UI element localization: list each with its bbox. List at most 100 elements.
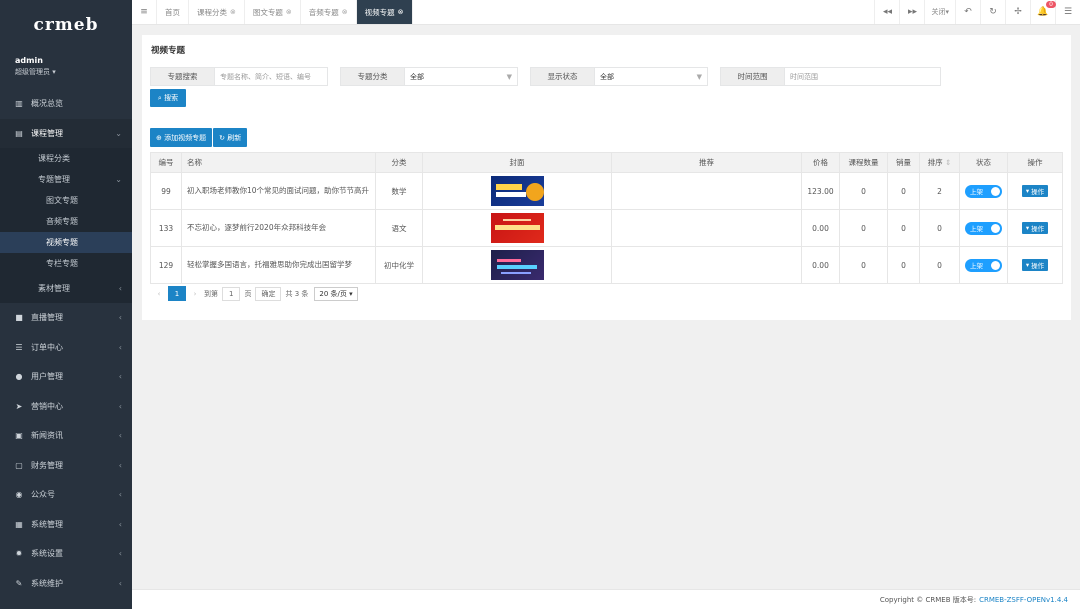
sidebar-item-users[interactable]: ● 用户管理 ‹ <box>0 362 132 392</box>
sidebar-item-settings[interactable]: ✹ 系统设置 ‹ <box>0 539 132 569</box>
sidebar-item-maintenance[interactable]: ✎ 系统维护 ‹ <box>0 569 132 599</box>
scroll-right-icon[interactable]: ▸▸ <box>899 0 924 24</box>
sidebar-item-live[interactable]: ■ 直播管理 ‹ <box>0 303 132 333</box>
copyright: Copyright © CRMEB 版本号: <box>879 595 977 604</box>
bank-icon: ▥ <box>15 99 23 109</box>
chevron-left-icon: ‹ <box>118 460 122 470</box>
refresh-button[interactable]: ↻ 刷新 <box>213 128 248 147</box>
sidebar-item-orders[interactable]: ☰ 订单中心 ‹ <box>0 333 132 363</box>
topbar: ≡ 首页 课程分类 ⊗ 图文专题 ⊗ 音频专题 ⊗ 视频专题 ⊗ ◂◂ ▸▸ 关闭▾ ↶… <box>132 0 1080 25</box>
sidebar-item-marketing[interactable]: ➤ 营销中心 ‹ <box>0 392 132 422</box>
notification-badge: 0 <box>1046 1 1056 8</box>
col-recommend: 推荐 <box>611 152 802 173</box>
page-input[interactable]: 1 <box>222 286 241 301</box>
search-input[interactable]: 专题名称、简介、短语、编号 <box>215 67 328 86</box>
close-icon[interactable]: ⊗ <box>398 8 404 16</box>
col-sort[interactable]: 排序 ⇕ <box>919 152 960 173</box>
status-toggle[interactable]: 上架 <box>965 184 1002 198</box>
menu-icon[interactable]: ☰ <box>1055 0 1080 24</box>
next-page-icon[interactable]: › <box>186 286 204 301</box>
status-toggle[interactable]: 上架 <box>965 221 1002 235</box>
chevron-left-icon: ‹ <box>118 313 122 323</box>
sidebar-item-finance[interactable]: ▢ 财务管理 ‹ <box>0 451 132 481</box>
chevron-left-icon: ‹ <box>118 342 122 352</box>
notification-icon[interactable]: 🔔 0 <box>1030 0 1056 24</box>
chevron-left-icon: ‹ <box>118 372 122 382</box>
operation-button[interactable]: ▾ 操作 <box>1021 222 1049 234</box>
fullscreen-icon[interactable]: ✢ <box>1005 0 1030 24</box>
sidebar-item-video-topic[interactable]: 视频专题 <box>0 232 132 253</box>
gear-icon: ✹ <box>15 549 23 559</box>
per-page-select[interactable]: 20 条/页 ▾ <box>314 286 358 301</box>
tab-video-topic[interactable]: 视频专题 ⊗ <box>356 0 413 24</box>
filter-bar: 专题搜索 专题名称、简介、短语、编号 专题分类 全部 ▼ 显示状态 全部 ▼ 时间范… <box>150 67 1071 86</box>
col-price: 价格 <box>801 152 840 173</box>
menu-toggle-icon[interactable]: ≡ <box>132 0 157 24</box>
sidebar-item-course-category[interactable]: 课程分类 <box>0 148 132 169</box>
confirm-button[interactable]: 确定 <box>255 286 282 301</box>
col-sales: 销量 <box>887 152 920 173</box>
col-operation: 操作 <box>1007 152 1063 173</box>
version-link[interactable]: CRMEB-ZSFF-OPENv1.4.4 <box>979 596 1068 604</box>
user-role-dropdown[interactable]: 超级管理员 ▾ <box>15 67 117 77</box>
goto-label: 到第 <box>204 289 218 298</box>
close-icon[interactable]: ⊗ <box>286 8 292 16</box>
col-status: 状态 <box>959 152 1008 173</box>
total-count: 共 3 条 <box>285 289 309 298</box>
grid-icon: ▦ <box>15 519 23 529</box>
operation-button[interactable]: ▾ 操作 <box>1021 259 1049 271</box>
close-dropdown[interactable]: 关闭▾ <box>924 0 955 24</box>
sidebar-item-system[interactable]: ▦ 系统管理 ‹ <box>0 510 132 540</box>
cover-image <box>490 176 544 206</box>
close-icon[interactable]: ⊗ <box>230 8 236 16</box>
chevron-left-icon: ‹ <box>118 519 122 529</box>
video-icon: ■ <box>15 313 23 323</box>
user-panel: admin 超级管理员 ▾ <box>0 50 132 89</box>
time-filter: 时间范围 时间范围 <box>720 67 941 86</box>
caret-down-icon: ▼ <box>696 72 702 81</box>
sidebar-item-graphic-topic[interactable]: 图文专题 <box>0 190 132 211</box>
status-toggle[interactable]: 上架 <box>965 258 1002 272</box>
refresh-icon[interactable]: ↻ <box>980 0 1005 24</box>
action-bar: ⊕ 添加视频专题 ↻ 刷新 <box>150 128 248 147</box>
sidebar-item-overview[interactable]: ▥ 概况总览 <box>0 89 132 119</box>
tab-course-category[interactable]: 课程分类 ⊗ <box>189 0 245 24</box>
page-1[interactable]: 1 <box>168 286 186 301</box>
wrench-icon: ✎ <box>15 578 23 588</box>
sidebar-item-news[interactable]: ▣ 新闻资讯 ‹ <box>0 421 132 451</box>
chevron-left-icon: ‹ <box>118 578 122 588</box>
close-icon[interactable]: ⊗ <box>342 8 348 16</box>
col-courses: 课程数量 <box>839 152 888 173</box>
status-select[interactable]: 全部 ▼ <box>595 67 708 86</box>
scroll-left-icon[interactable]: ◂◂ <box>874 0 899 24</box>
page-title: 视频专题 <box>151 46 186 56</box>
chevron-left-icon: ‹ <box>118 490 122 500</box>
operation-button[interactable]: ▾ 操作 <box>1021 185 1049 197</box>
sort-icon: ⇕ <box>945 158 952 167</box>
time-range-input[interactable]: 时间范围 <box>785 67 941 86</box>
user-icon: ● <box>15 372 23 382</box>
search-button[interactable]: ⌕ 搜索 <box>150 89 186 107</box>
tab-graphic-topic[interactable]: 图文专题 ⊗ <box>245 0 301 24</box>
sidebar-item-topic-manage[interactable]: 专题管理 ⌄ <box>0 169 132 190</box>
sidebar-item-material[interactable]: 素材管理 ‹ <box>0 274 132 303</box>
sidebar-item-course[interactable]: ▤ 课程管理 ⌄ <box>0 118 132 148</box>
col-name: 名称 <box>181 152 376 173</box>
category-select[interactable]: 全部 ▼ <box>405 67 518 86</box>
tab-home[interactable]: 首页 <box>157 0 189 24</box>
sidebar-item-column-topic[interactable]: 专栏专题 <box>0 253 132 274</box>
category-filter: 专题分类 全部 ▼ <box>340 67 518 86</box>
chevron-left-icon: ‹ <box>118 401 122 411</box>
tab-audio-topic[interactable]: 音频专题 ⊗ <box>301 0 357 24</box>
prev-page-icon[interactable]: ‹ <box>150 286 168 301</box>
caret-down-icon: ▼ <box>506 72 512 81</box>
sidebar-item-audio-topic[interactable]: 音频专题 <box>0 211 132 232</box>
chevron-left-icon: ‹ <box>118 431 122 441</box>
pagination: ‹ 1 › 到第 1 页 确定 共 3 条 20 条/页 ▾ <box>150 286 358 301</box>
send-icon: ➤ <box>15 401 23 411</box>
search-filter: 专题搜索 专题名称、简介、短语、编号 <box>150 67 328 86</box>
sidebar-item-wechat[interactable]: ◉ 公众号 ‹ <box>0 480 132 510</box>
money-icon: ▢ <box>15 460 23 470</box>
undo-icon[interactable]: ↶ <box>955 0 980 24</box>
add-video-topic-button[interactable]: ⊕ 添加视频专题 <box>150 128 213 147</box>
